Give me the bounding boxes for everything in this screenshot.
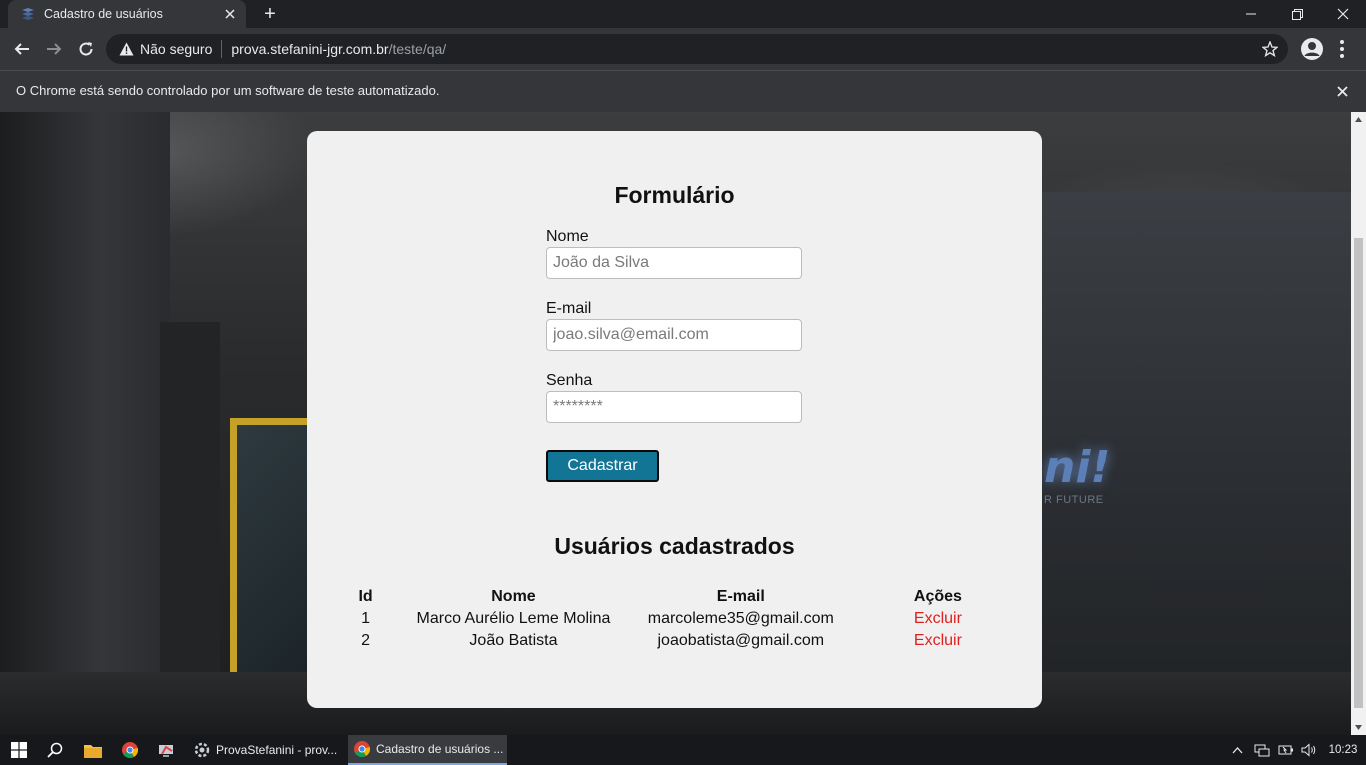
- header-id: Id: [358, 588, 373, 605]
- register-button[interactable]: Cadastrar: [546, 450, 659, 482]
- stefanini-favicon-icon: [20, 6, 36, 22]
- taskbar-app-label: ProvaStefanini - prov...: [216, 743, 338, 757]
- users-section-title: Usuários cadastrados: [554, 533, 795, 559]
- form-title: Formulário: [614, 182, 735, 208]
- table-header-row: Id Nome E-mail Ações: [352, 586, 1042, 608]
- restore-icon[interactable]: [1274, 0, 1320, 28]
- scroll-down-arrow-icon[interactable]: [1351, 720, 1366, 735]
- url-host: prova.stefanini-jgr.com.br: [231, 41, 389, 57]
- close-window-icon[interactable]: [1320, 0, 1366, 28]
- battery-plug-icon[interactable]: [1276, 735, 1296, 765]
- browser-tab-bar: Cadastro de usuários +: [0, 0, 1366, 28]
- background-logo: ni!: [1044, 442, 1111, 493]
- browser-menu-icon[interactable]: [1334, 37, 1350, 61]
- omnibox-divider: [221, 40, 223, 58]
- cell-id: 2: [361, 632, 371, 649]
- cell-email: marcoleme35@gmail.com: [647, 610, 834, 627]
- windows-start-icon[interactable]: [0, 735, 38, 765]
- file-explorer-icon[interactable]: [74, 735, 112, 765]
- search-icon[interactable]: [36, 735, 74, 765]
- password-input[interactable]: [546, 391, 802, 423]
- taskbar-clock[interactable]: 10:23: [1320, 735, 1366, 765]
- browser-toolbar: Não seguro prova.stefanini-jgr.com.br/te…: [0, 28, 1366, 70]
- scroll-up-arrow-icon[interactable]: [1351, 112, 1366, 127]
- windows-taskbar: ProvaStefanini - prov... Cadastro de usu…: [0, 735, 1366, 765]
- security-label[interactable]: Não seguro: [140, 41, 212, 57]
- address-bar[interactable]: Não seguro prova.stefanini-jgr.com.br/te…: [106, 34, 1288, 64]
- bookmark-star-icon[interactable]: [1260, 39, 1280, 59]
- taskbar-app-chrome[interactable]: Cadastro de usuários ...: [348, 735, 507, 765]
- new-tab-button[interactable]: +: [258, 3, 282, 25]
- header-name: Nome: [491, 588, 536, 605]
- email-label: E-mail: [546, 300, 592, 317]
- registration-card: Formulário Nome E-mail Senha Cadastrar U…: [307, 131, 1042, 708]
- scrollbar-thumb[interactable]: [1354, 238, 1363, 708]
- table-row: 1 Marco Aurélio Leme Molina marcoleme35@…: [352, 608, 1042, 630]
- page-scrollbar[interactable]: [1351, 112, 1366, 735]
- taskbar-app-label: Cadastro de usuários ...: [376, 742, 504, 756]
- cell-actions: Excluir: [834, 608, 1042, 630]
- warning-icon[interactable]: [118, 41, 134, 57]
- forward-arrow-icon[interactable]: [42, 37, 66, 61]
- chrome-icon[interactable]: [111, 735, 149, 765]
- cell-name: Marco Aurélio Leme Molina: [416, 610, 611, 627]
- taskbar-app-provastefanini[interactable]: ProvaStefanini - prov...: [188, 735, 344, 765]
- volume-icon[interactable]: [1298, 735, 1320, 765]
- delete-user-link[interactable]: Excluir: [914, 632, 962, 649]
- header-actions: Ações: [913, 588, 962, 605]
- reload-icon[interactable]: [74, 37, 98, 61]
- cell-name: João Batista: [469, 632, 558, 649]
- browser-tab-active[interactable]: Cadastro de usuários: [8, 0, 246, 28]
- name-label: Nome: [546, 228, 589, 245]
- users-table: Id Nome E-mail Ações 1 Marco Aurélio Lem…: [352, 586, 1042, 652]
- close-tab-icon[interactable]: [220, 4, 240, 24]
- table-row: 2 João Batista joaobatista@gmail.com Exc…: [352, 630, 1042, 652]
- back-arrow-icon[interactable]: [10, 37, 34, 61]
- tab-title: Cadastro de usuários: [44, 7, 163, 21]
- background-yellow-frame: [230, 418, 310, 708]
- password-label: Senha: [546, 372, 593, 389]
- minimize-icon[interactable]: [1228, 0, 1274, 28]
- chrome-icon: [354, 741, 370, 757]
- tray-chevron-up-icon[interactable]: [1228, 735, 1246, 765]
- name-input[interactable]: [546, 247, 802, 279]
- remote-desktop-icon[interactable]: [148, 735, 186, 765]
- background-logo-subtext: R FUTURE: [1044, 494, 1104, 506]
- automation-infobar: O Chrome está sendo controlado por um so…: [0, 70, 1366, 112]
- delete-user-link[interactable]: Excluir: [914, 610, 962, 627]
- url-path: /teste/qa/: [388, 41, 447, 57]
- email-input[interactable]: [546, 319, 802, 351]
- network-icon[interactable]: [1252, 735, 1272, 765]
- close-infobar-icon[interactable]: [1332, 81, 1352, 101]
- cell-actions: Excluir: [834, 630, 1042, 652]
- gear-icon: [194, 742, 210, 758]
- header-email: E-mail: [716, 588, 765, 605]
- background-wall: [0, 112, 170, 735]
- cell-email: joaobatista@gmail.com: [657, 632, 825, 649]
- infobar-message: O Chrome está sendo controlado por um so…: [16, 83, 440, 98]
- profile-avatar-icon[interactable]: [1300, 37, 1324, 61]
- cell-id: 1: [361, 610, 371, 627]
